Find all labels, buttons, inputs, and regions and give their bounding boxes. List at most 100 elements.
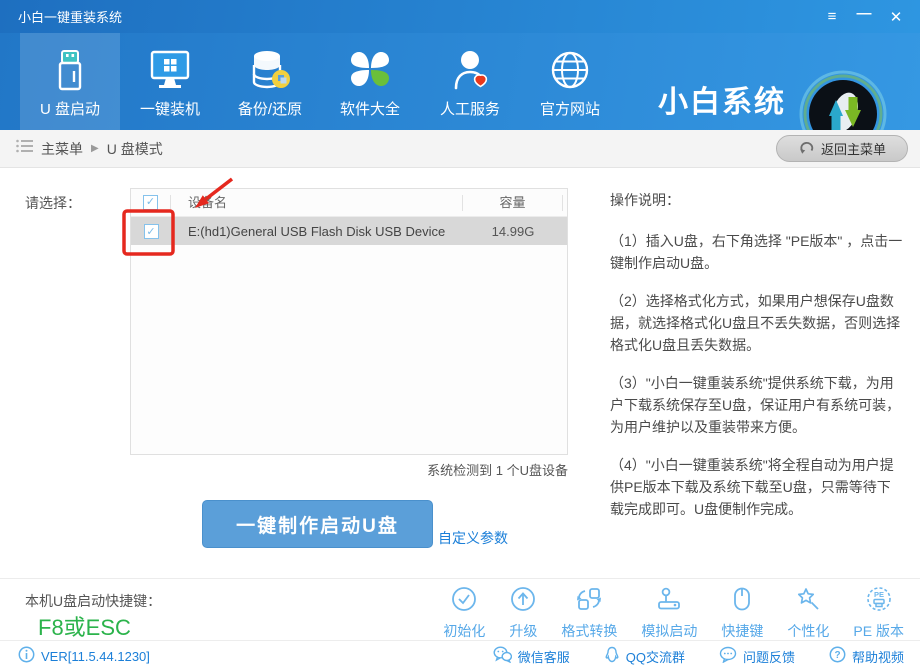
instructions-title: 操作说明： bbox=[610, 190, 904, 210]
window-controls: ≡ — ✕ bbox=[816, 0, 912, 33]
menu-icon[interactable]: ≡ bbox=[816, 0, 848, 33]
navbar: U 盘启动 一键装机 bbox=[0, 33, 920, 130]
select-all-checkbox[interactable]: ✓ bbox=[143, 195, 158, 210]
format-convert-icon bbox=[575, 585, 603, 618]
nav-item-software[interactable]: 软件大全 bbox=[320, 33, 420, 130]
info-icon bbox=[18, 646, 35, 666]
capacity-cell: 14.99G bbox=[463, 224, 563, 239]
breadcrumb-root[interactable]: 主菜单 bbox=[41, 139, 83, 159]
nav-items: U 盘启动 一键装机 bbox=[20, 33, 620, 130]
instructions-panel: 操作说明： （1）插入U盘，右下角选择 "PE版本" ，点击一键制作启动U盘。 … bbox=[610, 190, 904, 536]
instruction-step: （3）"小白一键重装系统"提供系统下载，为用户下载系统保存至U盘，保证用户有系统… bbox=[610, 372, 904, 438]
tool-personalize[interactable]: 个性化 bbox=[787, 585, 829, 641]
software-clover-icon bbox=[348, 44, 392, 96]
back-to-main-menu-button[interactable]: 返回主菜单 bbox=[776, 135, 908, 162]
app-window: 小白一键重装系统 ≡ — ✕ U 盘启动 bbox=[0, 0, 920, 670]
tool-shortcut-keys[interactable]: 快捷键 bbox=[721, 585, 763, 641]
qq-group-link[interactable]: QQ交流群 bbox=[604, 646, 685, 666]
custom-params-link[interactable]: 自定义参数 bbox=[438, 528, 508, 548]
tool-format-convert[interactable]: 格式转换 bbox=[561, 585, 617, 641]
backup-restore-icon bbox=[247, 44, 293, 96]
nav-item-one-key-install[interactable]: 一键装机 bbox=[120, 33, 220, 130]
device-table: ✓ 设备名 容量 ✓ E:(hd1)General USB Flash Disk… bbox=[130, 188, 568, 455]
hotkey-value: F8或ESC bbox=[38, 610, 131, 642]
device-checkbox[interactable]: ✓ bbox=[144, 224, 159, 239]
statusbar: VER[11.5.44.1230] 微信客服 bbox=[0, 640, 920, 670]
joystick-icon bbox=[655, 585, 683, 618]
nav-label: 官方网站 bbox=[540, 98, 600, 119]
select-label: 请选择： bbox=[25, 193, 81, 213]
nav-item-backup-restore[interactable]: 备份/还原 bbox=[220, 33, 320, 130]
monitor-windows-icon bbox=[146, 44, 194, 96]
check-circle-icon bbox=[450, 585, 478, 618]
nav-label: 一键装机 bbox=[140, 98, 200, 119]
tool-label: 模拟启动 bbox=[641, 621, 697, 641]
main-content: 请选择： ✓ 设备名 容量 ✓ E:(hd1)General USB Flash… bbox=[0, 168, 920, 578]
feedback-link[interactable]: 问题反馈 bbox=[719, 646, 795, 666]
status-links: 微信客服 QQ交流群 问题反馈 bbox=[493, 646, 904, 666]
status-link-label: 问题反馈 bbox=[743, 647, 795, 666]
table-header: ✓ 设备名 容量 bbox=[131, 189, 567, 217]
back-arrow-icon bbox=[798, 140, 814, 157]
hotkey-bar: 本机U盘启动快捷键： F8或ESC 初始化 升级 bbox=[0, 578, 920, 640]
minimize-icon[interactable]: — bbox=[848, 0, 880, 33]
close-icon[interactable]: ✕ bbox=[880, 0, 912, 33]
help-circle-icon: ? bbox=[829, 646, 846, 666]
status-link-label: QQ交流群 bbox=[626, 647, 685, 666]
globe-icon bbox=[548, 44, 592, 96]
person-heart-icon bbox=[448, 44, 492, 96]
feedback-bubble-icon bbox=[719, 646, 737, 666]
window-title: 小白一键重装系统 bbox=[18, 7, 122, 26]
device-name-header: 设备名 bbox=[171, 195, 463, 211]
list-icon bbox=[16, 139, 33, 158]
tool-pe-version[interactable]: PE PE 版本 bbox=[853, 585, 904, 641]
status-link-label: 帮助视频 bbox=[852, 647, 904, 666]
tool-initialize[interactable]: 初始化 bbox=[443, 585, 485, 641]
version-info: VER[11.5.44.1230] bbox=[18, 646, 150, 666]
nav-label: 人工服务 bbox=[440, 98, 500, 119]
help-video-link[interactable]: ? 帮助视频 bbox=[829, 646, 904, 666]
tool-label: 快捷键 bbox=[721, 621, 763, 641]
nav-item-usb-boot[interactable]: U 盘启动 bbox=[20, 33, 120, 130]
detected-devices-text: 系统检测到 1 个U盘设备 bbox=[130, 460, 568, 479]
nav-item-official-site[interactable]: 官方网站 bbox=[520, 33, 620, 130]
tool-simulate-boot[interactable]: 模拟启动 bbox=[641, 585, 697, 641]
make-boot-usb-button[interactable]: 一键制作启动U盘 bbox=[202, 500, 433, 548]
nav-label: U 盘启动 bbox=[40, 98, 100, 119]
breadcrumb: 主菜单 ▶ U 盘模式 返回主菜单 bbox=[0, 130, 920, 168]
table-row[interactable]: ✓ E:(hd1)General USB Flash Disk USB Devi… bbox=[131, 217, 567, 245]
hotkey-label: 本机U盘启动快捷键： bbox=[25, 591, 161, 611]
status-link-label: 微信客服 bbox=[518, 647, 570, 666]
wechat-icon bbox=[493, 646, 512, 666]
arrow-up-circle-icon bbox=[509, 585, 537, 618]
qq-icon bbox=[604, 646, 620, 666]
tool-upgrade[interactable]: 升级 bbox=[509, 585, 537, 641]
device-name-cell: E:(hd1)General USB Flash Disk USB Device bbox=[171, 224, 463, 239]
tool-label: 个性化 bbox=[787, 621, 829, 641]
svg-text:?: ? bbox=[834, 650, 840, 661]
star-icon bbox=[794, 585, 822, 618]
mouse-icon bbox=[728, 585, 756, 618]
svg-text:PE: PE bbox=[874, 590, 884, 599]
tool-label: PE 版本 bbox=[853, 621, 904, 641]
instruction-step: （4）"小白一键重装系统"将全程自动为用户提供PE版本下载及系统下载至U盘，只需… bbox=[610, 454, 904, 520]
titlebar: 小白一键重装系统 ≡ — ✕ bbox=[0, 0, 920, 33]
nav-item-service[interactable]: 人工服务 bbox=[420, 33, 520, 130]
pe-version-icon: PE bbox=[865, 585, 893, 618]
chevron-right-icon: ▶ bbox=[91, 143, 99, 154]
version-text: VER[11.5.44.1230] bbox=[41, 649, 150, 664]
instruction-step: （2）选择格式化方式，如果用户想保存U盘数据，就选择格式化U盘且不丢失数据，否则… bbox=[610, 290, 904, 356]
back-button-label: 返回主菜单 bbox=[821, 139, 886, 158]
nav-label: 备份/还原 bbox=[238, 98, 302, 119]
wechat-support-link[interactable]: 微信客服 bbox=[493, 646, 570, 666]
instruction-step: （1）插入U盘，右下角选择 "PE版本" ，点击一键制作启动U盘。 bbox=[610, 230, 904, 274]
capacity-header: 容量 bbox=[463, 195, 563, 211]
tool-label: 格式转换 bbox=[561, 621, 617, 641]
tool-label: 初始化 bbox=[443, 621, 485, 641]
nav-label: 软件大全 bbox=[340, 98, 400, 119]
brand-name: 小白系统 bbox=[658, 77, 808, 121]
usb-drive-icon bbox=[48, 44, 92, 96]
breadcrumb-current: U 盘模式 bbox=[107, 139, 163, 159]
tool-label: 升级 bbox=[509, 621, 537, 641]
tools-row: 初始化 升级 bbox=[443, 585, 904, 641]
